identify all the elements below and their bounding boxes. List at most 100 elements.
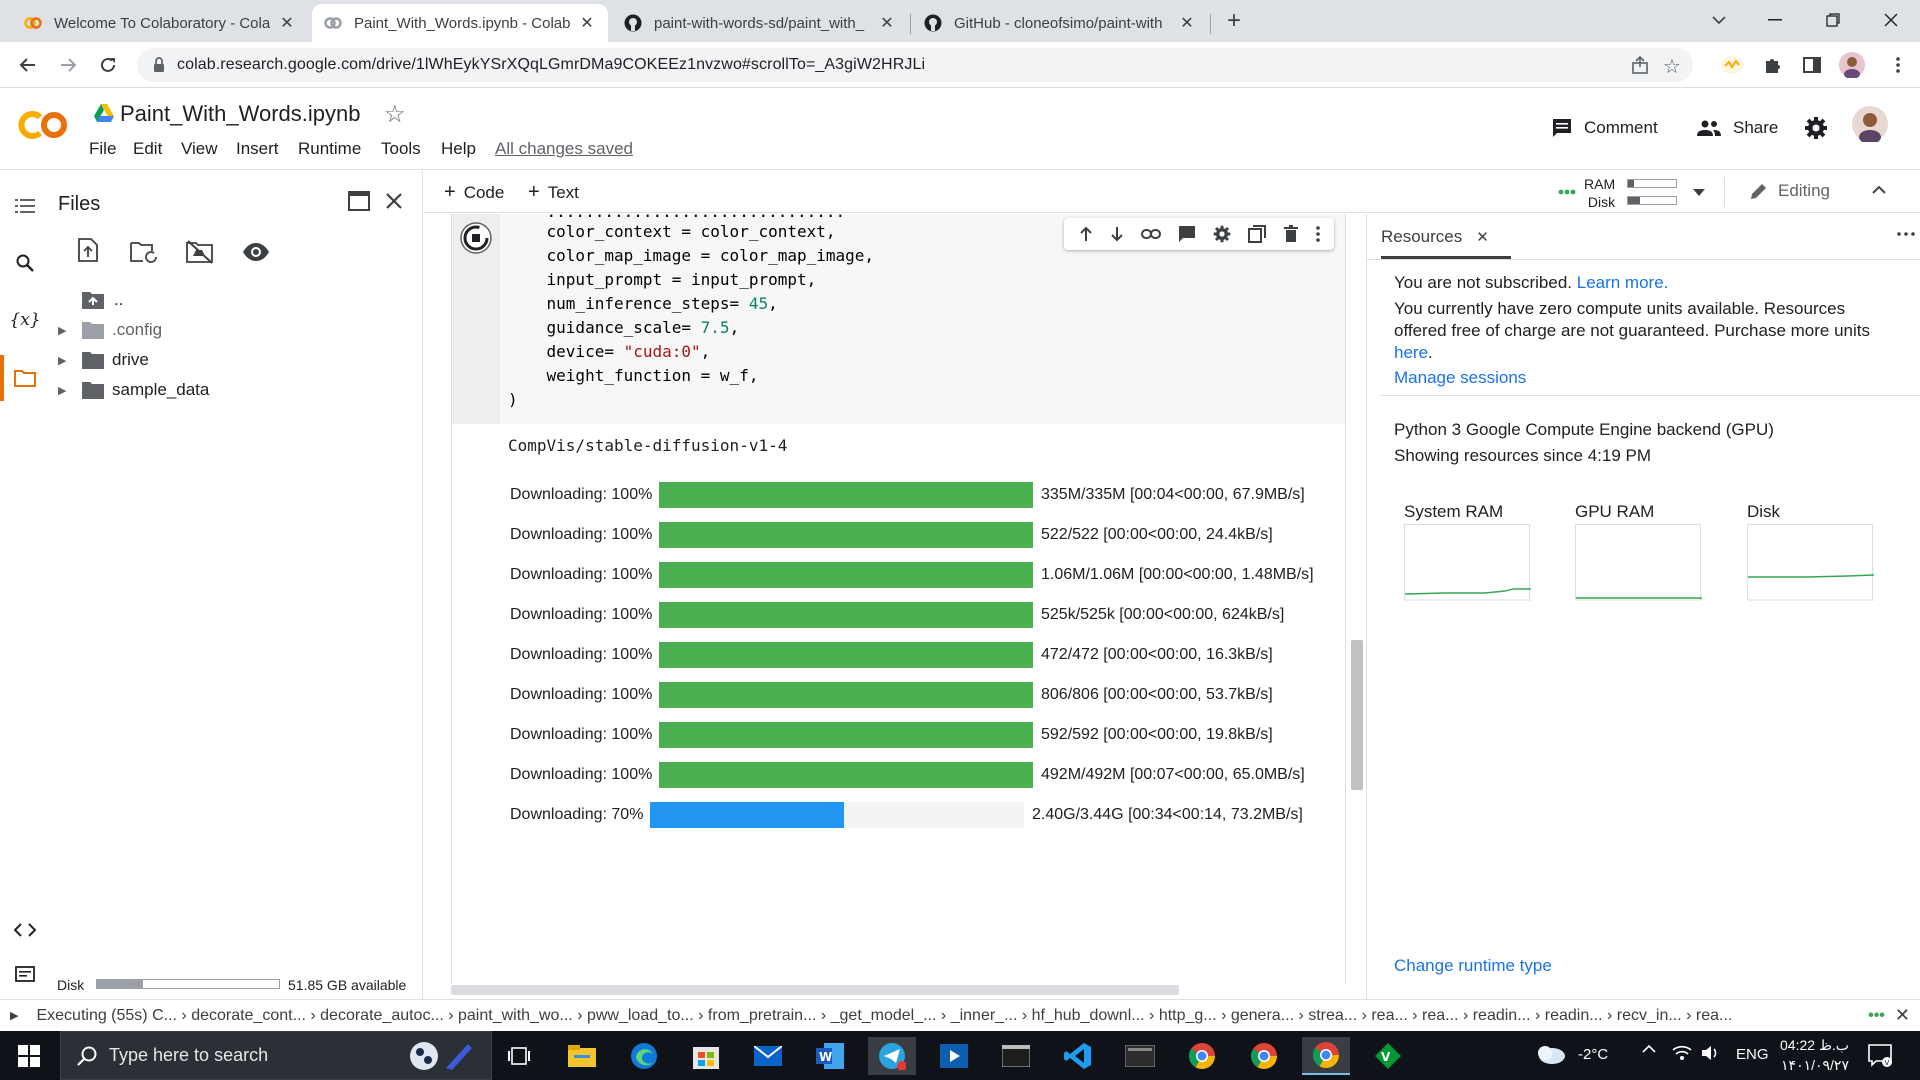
expand-arrow-icon[interactable]: ▶: [58, 384, 76, 397]
unmount-drive-icon[interactable]: [186, 240, 214, 264]
input-language[interactable]: ENG: [1736, 1046, 1769, 1063]
add-code-cell-button[interactable]: + Code: [444, 181, 504, 204]
menu-tools[interactable]: Tools: [381, 139, 421, 159]
move-up-icon[interactable]: [1079, 226, 1093, 242]
more-options-icon[interactable]: [1315, 226, 1320, 242]
share-page-icon[interactable]: [1631, 56, 1649, 74]
new-tab-button[interactable]: +: [1222, 9, 1246, 33]
chrome-icon[interactable]: [1178, 1037, 1226, 1075]
profile-avatar[interactable]: [1838, 51, 1866, 79]
tab-github-paint-with-words[interactable]: paint-with-words-sd/paint_with_ ✕: [612, 4, 908, 42]
wifi-icon[interactable]: [1672, 1045, 1692, 1061]
expand-arrow-icon[interactable]: ▶: [58, 354, 76, 367]
save-status[interactable]: All changes saved: [495, 139, 633, 159]
tree-folder-drive[interactable]: ▶ drive: [58, 348, 149, 372]
tab-search-button[interactable]: [1696, 0, 1742, 40]
telegram-icon[interactable]: [868, 1037, 916, 1075]
menu-help[interactable]: Help: [441, 139, 476, 159]
notifications-icon[interactable]: V: [1868, 1043, 1892, 1067]
video-player-icon[interactable]: [930, 1037, 978, 1075]
minimize-button[interactable]: [1752, 0, 1798, 40]
show-hidden-files-icon[interactable]: [242, 243, 270, 261]
back-button[interactable]: [12, 49, 44, 81]
execution-trace[interactable]: Executing (55s) C... › decorate_cont... …: [36, 1007, 1858, 1025]
edge-browser-icon[interactable]: [620, 1037, 668, 1075]
add-text-cell-button[interactable]: + Text: [528, 181, 579, 204]
move-down-icon[interactable]: [1110, 226, 1124, 242]
menu-view[interactable]: View: [181, 139, 218, 159]
manage-sessions-link[interactable]: Manage sessions: [1394, 367, 1526, 389]
taskbar-search-box[interactable]: Type here to search: [60, 1031, 492, 1080]
colab-logo[interactable]: [18, 110, 70, 140]
vim-icon[interactable]: V: [1364, 1037, 1412, 1075]
link-icon[interactable]: [1140, 229, 1161, 239]
expand-status-arrow-icon[interactable]: ▶: [10, 1009, 18, 1022]
comment-icon[interactable]: [1178, 225, 1196, 243]
collapse-header-icon[interactable]: [1872, 185, 1886, 194]
task-view-icon[interactable]: [495, 1037, 543, 1075]
output-horizontal-scrollbar[interactable]: [451, 985, 1179, 995]
reload-button[interactable]: [92, 49, 124, 81]
close-tab-icon[interactable]: ✕: [278, 14, 296, 32]
forward-button[interactable]: [52, 49, 84, 81]
menu-runtime[interactable]: Runtime: [298, 139, 361, 159]
comment-button[interactable]: Comment: [1552, 118, 1658, 138]
windows-start-icon[interactable]: [18, 1045, 40, 1067]
chrome-active-icon[interactable]: [1302, 1037, 1350, 1075]
change-runtime-type-link[interactable]: Change runtime type: [1394, 955, 1552, 977]
close-tab-icon[interactable]: ✕: [1178, 14, 1196, 32]
settings-gear-icon[interactable]: [1804, 116, 1828, 140]
weather-temperature[interactable]: -2°C: [1578, 1046, 1608, 1063]
chrome-profile-icon[interactable]: [1240, 1037, 1288, 1075]
tab-github-cloneofsimo[interactable]: GitHub - cloneofsimo/paint-with ✕: [912, 4, 1208, 42]
close-window-button[interactable]: [1868, 0, 1914, 40]
purchase-here-link[interactable]: here: [1394, 343, 1428, 362]
parent-directory[interactable]: ..: [82, 288, 123, 312]
close-panel-icon[interactable]: [385, 192, 403, 210]
share-button[interactable]: Share: [1697, 118, 1778, 138]
code-snippets-icon[interactable]: [12, 917, 38, 943]
terminal-app-icon[interactable]: [992, 1037, 1040, 1075]
ram-disk-indicator[interactable]: RAM Disk: [1584, 175, 1615, 211]
word-icon[interactable]: W: [806, 1037, 854, 1075]
tree-folder-config[interactable]: ▶ .config: [58, 318, 162, 342]
terminal-icon[interactable]: [12, 961, 38, 987]
search-icon[interactable]: [12, 250, 38, 276]
files-folder-icon[interactable]: [12, 365, 38, 391]
code-cell[interactable]: ............................... color_co…: [452, 202, 1345, 424]
delete-cell-icon[interactable]: [1283, 225, 1299, 243]
address-bar[interactable]: colab.research.google.com/drive/1lWhEykY…: [137, 48, 1693, 82]
menu-file[interactable]: File: [89, 139, 116, 159]
stop-execution-button[interactable]: [460, 222, 492, 254]
show-hidden-icons-icon[interactable]: [1642, 1044, 1656, 1054]
weather-cloud-icon[interactable]: [1534, 1043, 1566, 1065]
menu-edit[interactable]: Edit: [133, 139, 162, 159]
microsoft-store-icon[interactable]: [682, 1037, 730, 1075]
tab-paint-with-words[interactable]: Paint_With_Words.ipynb - Colabo ✕: [312, 4, 608, 42]
vscode-icon[interactable]: [1054, 1037, 1102, 1075]
close-tab-icon[interactable]: ✕: [878, 14, 896, 32]
clock[interactable]: 04:22 ب.ظ ۱۴۰۱/۰۹/۲۷: [1780, 1035, 1849, 1075]
file-explorer-icon[interactable]: [558, 1037, 606, 1075]
mail-icon[interactable]: [744, 1037, 792, 1075]
panel-menu-icon[interactable]: [1897, 232, 1915, 236]
resources-dropdown-icon[interactable]: [1693, 189, 1705, 196]
expand-arrow-icon[interactable]: ▶: [58, 324, 76, 337]
mirror-cell-icon[interactable]: [1247, 225, 1266, 243]
close-tab-icon[interactable]: ✕: [578, 14, 596, 32]
open-in-tab-icon[interactable]: [348, 191, 370, 211]
tree-folder-sample-data[interactable]: ▶ sample_data: [58, 378, 209, 402]
editing-mode-button[interactable]: Editing: [1750, 181, 1830, 201]
refresh-folder-icon[interactable]: [130, 241, 158, 263]
star-notebook-icon[interactable]: ☆: [384, 100, 406, 129]
variables-icon[interactable]: {x}: [9, 307, 40, 333]
notebook-title[interactable]: Paint_With_Words.ipynb: [120, 101, 361, 127]
close-status-icon[interactable]: ✕: [1895, 1005, 1910, 1026]
table-of-contents-icon[interactable]: [12, 193, 38, 219]
extensions-puzzle-icon[interactable]: [1758, 51, 1786, 79]
side-panel-icon[interactable]: [1798, 51, 1826, 79]
extension-icon[interactable]: [1718, 51, 1746, 79]
resources-tab[interactable]: Resources ✕: [1381, 227, 1489, 247]
tab-welcome-colab[interactable]: Welcome To Colaboratory - Colal ✕: [12, 4, 308, 42]
cell-settings-icon[interactable]: [1213, 225, 1231, 243]
